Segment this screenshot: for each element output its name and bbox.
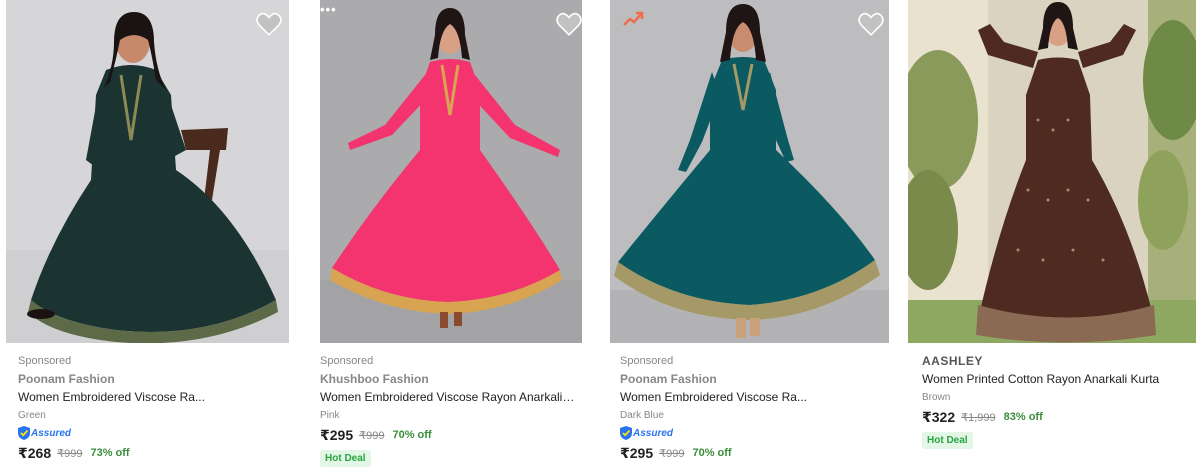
product-color: Dark Blue xyxy=(620,410,664,421)
product-photo-3 xyxy=(610,0,889,343)
brand-name: Khushboo Fashion xyxy=(320,372,429,386)
discount-percent: 73% off xyxy=(90,447,130,459)
brand-name: AASHLEY xyxy=(922,354,983,368)
original-price: ₹1,999 xyxy=(961,411,996,424)
product-title[interactable]: Women Printed Cotton Rayon Anarkali Kurt… xyxy=(922,370,1192,388)
sponsored-label: Sponsored xyxy=(620,355,674,367)
product-info-1: Sponsored Poonam Fashion Women Embroider… xyxy=(18,352,288,464)
wishlist-heart-icon[interactable] xyxy=(556,12,582,36)
brand-name: Poonam Fashion xyxy=(620,372,717,386)
sponsored-label: Sponsored xyxy=(320,355,374,367)
product-photo-1 xyxy=(6,0,289,343)
product-image-2[interactable] xyxy=(320,0,582,343)
product-info-3: Sponsored Poonam Fashion Women Embroider… xyxy=(620,352,890,464)
brand-name: Poonam Fashion xyxy=(18,372,115,386)
product-color: Green xyxy=(18,410,46,421)
product-image-4[interactable] xyxy=(908,0,1196,343)
price-row: ₹268 ₹999 73% off xyxy=(18,442,288,464)
hot-deal-badge: Hot Deal xyxy=(922,432,973,449)
assured-shield-icon xyxy=(18,426,30,440)
hot-deal-badge: Hot Deal xyxy=(320,450,371,467)
price-row: ₹322 ₹1,999 83% off xyxy=(922,406,1192,428)
assured-text: Assured xyxy=(31,427,72,439)
original-price: ₹999 xyxy=(57,447,83,460)
price-row: ₹295 ₹999 70% off xyxy=(320,424,590,446)
product-info-2: Sponsored Khushboo Fashion Women Embroid… xyxy=(320,352,590,467)
assured-badge: Assured xyxy=(18,426,71,440)
product-color: Pink xyxy=(320,410,340,421)
product-image-1[interactable] xyxy=(6,0,289,343)
trending-icon xyxy=(623,11,644,26)
assured-text: Assured xyxy=(633,427,674,439)
selling-price: ₹322 xyxy=(922,408,956,425)
discount-percent: 70% off xyxy=(392,429,432,441)
sponsored-label: Sponsored xyxy=(18,355,72,367)
original-price: ₹999 xyxy=(659,447,685,460)
selling-price: ₹295 xyxy=(320,426,354,443)
assured-row: Assured xyxy=(18,424,288,442)
product-photo-4 xyxy=(908,0,1196,343)
wishlist-heart-icon[interactable] xyxy=(858,12,884,36)
product-card-3[interactable]: Sponsored Poonam Fashion Women Embroider… xyxy=(608,0,898,476)
selling-price: ₹295 xyxy=(620,444,654,461)
product-color: Brown xyxy=(922,392,951,403)
product-info-4: AASHLEY Women Printed Cotton Rayon Anark… xyxy=(922,352,1192,449)
wishlist-heart-icon[interactable] xyxy=(256,12,282,36)
price-row: ₹295 ₹999 70% off xyxy=(620,442,890,464)
product-title[interactable]: Women Embroidered Viscose Ra... xyxy=(620,388,875,406)
assured-row: Assured xyxy=(620,424,890,442)
discount-percent: 83% off xyxy=(1003,411,1043,423)
product-card-2[interactable]: ••• Sponsored Khushboo Fashion Women Emb… xyxy=(306,0,598,476)
original-price: ₹999 xyxy=(359,429,385,442)
more-options-icon[interactable]: ••• xyxy=(320,2,337,17)
selling-price: ₹268 xyxy=(18,444,52,461)
product-title[interactable]: Women Embroidered Viscose Rayon Anarkali… xyxy=(320,388,575,406)
product-card-1[interactable]: Sponsored Poonam Fashion Women Embroider… xyxy=(6,0,296,476)
discount-percent: 70% off xyxy=(692,447,732,459)
product-image-3[interactable] xyxy=(610,0,889,343)
assured-badge: Assured xyxy=(620,426,673,440)
product-card-4[interactable]: AASHLEY Women Printed Cotton Rayon Anark… xyxy=(906,0,1200,476)
product-photo-2 xyxy=(320,0,582,343)
assured-shield-icon xyxy=(620,426,632,440)
product-title[interactable]: Women Embroidered Viscose Ra... xyxy=(18,388,273,406)
